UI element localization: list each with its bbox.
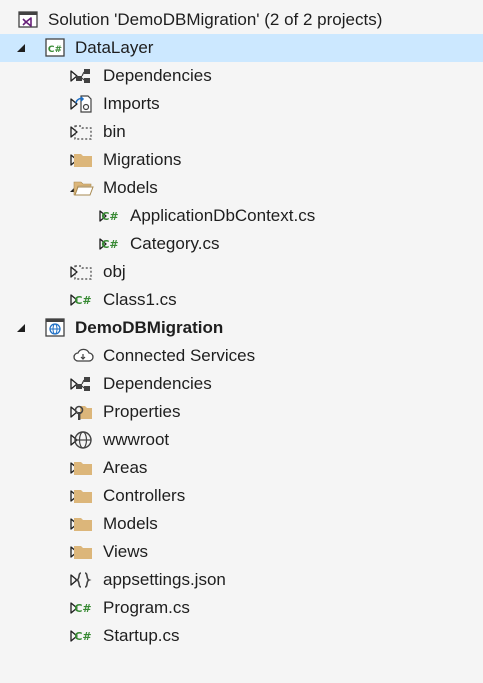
tree-item-demodbmigration[interactable]: DemoDBMigration [0,314,483,342]
tree-item-dependencies[interactable]: Dependencies [0,62,483,90]
svg-text:C#: C# [101,210,118,223]
tree-item-label: appsettings.json [103,570,226,589]
csharp-file-icon: C# [99,233,121,255]
tree-item-models[interactable]: Models [0,510,483,538]
globe-icon [72,429,94,451]
folder-icon [72,149,94,171]
tree-item-applicationdbcontext-cs[interactable]: C# ApplicationDbContext.cs [0,202,483,230]
tree-item-label: Connected Services [103,346,256,365]
tree-item-label: DataLayer [75,38,154,57]
tree-item-category-cs[interactable]: C# Category.cs [0,230,483,258]
tree-item-label: Solution 'DemoDBMigration' (2 of 2 proje… [48,10,383,29]
tree-item-label: Views [103,542,149,561]
folder-icon [72,485,94,507]
hidden-folder-icon [72,121,94,143]
tree-item-label: Models [103,178,158,197]
tree-item-appsettings-json[interactable]: appsettings.json [0,566,483,594]
tree-item-label: Models [103,514,158,533]
tree-item-properties[interactable]: Properties [0,398,483,426]
tree-item-areas[interactable]: Areas [0,454,483,482]
svg-text:C#: C# [74,294,91,307]
csharp-file-icon: C# [99,205,121,227]
tree-item-label: Dependencies [103,66,212,85]
csharp-file-icon: C# [72,597,94,619]
tree-item-label: obj [103,262,126,281]
tree-item-label: bin [103,122,126,141]
svg-text:C#: C# [74,630,91,643]
tree-item-models[interactable]: Models [0,174,483,202]
tree-item-views[interactable]: Views [0,538,483,566]
json-file-icon [72,569,94,591]
web-project-icon [44,317,66,339]
tree-item-connected-services[interactable]: Connected Services [0,342,483,370]
tree-item-wwwroot[interactable]: wwwroot [0,426,483,454]
tree-item-label: wwwroot [103,430,170,449]
solution-explorer-tree: Solution 'DemoDBMigration' (2 of 2 proje… [0,0,483,683]
imports-icon [72,93,94,115]
connected-services-icon [72,345,94,367]
svg-text:C#: C# [101,238,118,251]
collapse-arrow-icon[interactable] [14,314,28,342]
tree-item-label: Controllers [103,486,186,505]
tree-item-datalayer[interactable]: C# DataLayer [0,34,483,62]
csharp-project-icon: C# [44,37,66,59]
tree-item-label: Class1.cs [103,290,177,309]
tree-item-migrations[interactable]: Migrations [0,146,483,174]
tree-item-label: Imports [103,94,160,113]
solution-icon [17,9,39,31]
tree-item-label: Category.cs [130,234,220,253]
properties-icon [72,401,94,423]
folder-icon [72,541,94,563]
dependencies-icon [72,65,94,87]
tree-item-dependencies[interactable]: Dependencies [0,370,483,398]
collapse-arrow-icon[interactable] [14,34,28,62]
svg-text:C#: C# [48,45,62,55]
tree-item-label: Program.cs [103,598,190,617]
tree-item-label: Startup.cs [103,626,180,645]
hidden-folder-icon [72,261,94,283]
tree-item-imports[interactable]: Imports [0,90,483,118]
svg-text:C#: C# [74,602,91,615]
open-folder-icon [72,177,94,199]
tree-item-label: Migrations [103,150,182,169]
tree-item-startup-cs[interactable]: C# Startup.cs [0,622,483,650]
tree-item-label: Dependencies [103,374,212,393]
tree-item-label: Areas [103,458,148,477]
csharp-file-icon: C# [72,625,94,647]
dependencies-icon [72,373,94,395]
tree-item-label: DemoDBMigration [75,318,224,337]
tree-item-bin[interactable]: bin [0,118,483,146]
tree-item-solution-demodbmigration-2-of-2-projects[interactable]: Solution 'DemoDBMigration' (2 of 2 proje… [0,6,483,34]
folder-icon [72,457,94,479]
tree-item-program-cs[interactable]: C# Program.cs [0,594,483,622]
folder-icon [72,513,94,535]
tree-item-controllers[interactable]: Controllers [0,482,483,510]
tree-item-class1-cs[interactable]: C# Class1.cs [0,286,483,314]
csharp-file-icon: C# [72,289,94,311]
tree-item-label: ApplicationDbContext.cs [130,206,316,225]
tree-item-obj[interactable]: obj [0,258,483,286]
tree-item-label: Properties [103,402,181,421]
